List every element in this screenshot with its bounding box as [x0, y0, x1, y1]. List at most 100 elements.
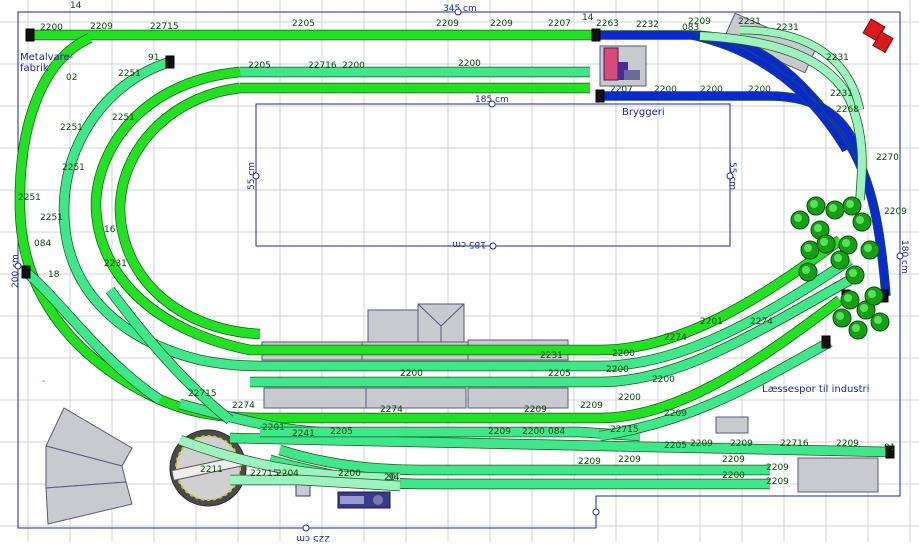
track-number-label: 2200	[342, 61, 365, 71]
track-number-label: 2209	[836, 439, 859, 449]
track-number-label: 2251	[118, 69, 141, 79]
tree-highlight	[864, 244, 872, 252]
tree-icon	[840, 290, 860, 310]
track-number-label: 2209	[664, 409, 687, 419]
track-number-label: 2200	[606, 365, 629, 375]
track-number-label: 2274	[750, 317, 773, 327]
tree-highlight	[849, 269, 857, 277]
track-number-label: 084	[548, 427, 565, 437]
track-number-label: 2274	[232, 401, 255, 411]
label-metalvarefabrik-1: Metalvare-	[20, 52, 74, 63]
track-number-label: 22716	[308, 61, 337, 71]
engine-shed	[45, 407, 133, 525]
track-number-label: 2205	[292, 19, 315, 29]
track-number-label: 2200	[612, 349, 635, 359]
track-number-label: 2200	[458, 59, 481, 69]
track-number-label: 2251	[18, 193, 41, 203]
left-height-dimension: 200 cm	[11, 254, 21, 288]
track-number-label: 2231	[776, 23, 799, 33]
tree-highlight	[842, 239, 850, 247]
track-number-label: 91	[148, 53, 159, 63]
track-number-label: 2263	[596, 19, 619, 29]
track-number-label: 2205	[664, 441, 687, 451]
tree-icon	[790, 210, 810, 230]
track-number-label: 2201	[262, 423, 285, 433]
track-number-label: 2201	[0, 0, 23, 3]
tree-icon	[860, 240, 880, 260]
tree-highlight	[856, 216, 864, 224]
tree-highlight	[874, 316, 882, 324]
tree-icon	[816, 234, 836, 254]
track-number-label: 2209	[490, 19, 513, 29]
track-number-label: 2200	[722, 471, 745, 481]
center-opening	[255, 103, 731, 247]
tree-highlight	[846, 200, 854, 208]
track-number-label: 084	[34, 239, 51, 249]
track-number-label: 2274	[380, 405, 403, 415]
track-number-label: 2209	[618, 455, 641, 465]
end-buffer	[21, 265, 31, 279]
track-number-label: 2211	[200, 465, 223, 475]
track-number-label: 2241	[292, 429, 315, 439]
track-number-label: 2200	[40, 23, 63, 33]
track-number-label: 2200	[700, 85, 723, 95]
end-buffer	[165, 55, 175, 69]
track-number-label: 2205	[330, 427, 353, 437]
track-number-label: 2270	[876, 153, 899, 163]
track-number-label: 2209	[766, 463, 789, 473]
tree-highlight	[814, 224, 822, 232]
track-number-label: 2251	[60, 123, 83, 133]
layout-canvas: 345 cm 185 cm 185 cm 55 cm 55 cm 200 cm …	[0, 0, 919, 543]
track-number-label: 91	[884, 443, 895, 453]
bottom-width-dimension: 225 cm	[296, 533, 330, 542]
tree-highlight	[844, 294, 852, 302]
track-number-label: 22715	[188, 389, 217, 399]
hole-bottom-dimension: 185 cm	[452, 239, 486, 249]
tree-icon	[832, 308, 852, 328]
red-mark: -	[42, 376, 46, 387]
tree-icon	[870, 312, 890, 332]
end-buffer	[595, 89, 605, 103]
track-number-label: 2200	[652, 375, 675, 385]
track-number-label: 2200	[748, 85, 771, 95]
track-number-label: 18	[48, 270, 60, 280]
tree-highlight	[860, 304, 868, 312]
track-number-label: 16	[104, 225, 116, 235]
track-number-label: 2200	[618, 393, 641, 403]
track-number-label: 2209	[580, 401, 603, 411]
track-number-label: 2209	[578, 457, 601, 467]
track-number-label: 2251	[62, 163, 85, 173]
tree-highlight	[794, 214, 802, 222]
track-number-label: 2251	[40, 213, 63, 223]
end-buffer	[821, 335, 831, 349]
track-number-label: 2209	[690, 439, 713, 449]
tree-highlight	[804, 244, 812, 252]
tree-icon	[806, 196, 826, 216]
track-number-label: 2209	[766, 477, 789, 487]
track-number-label: 2200	[654, 85, 677, 95]
tree-highlight	[868, 290, 876, 298]
track-number-label: 2200	[522, 427, 545, 437]
tree-highlight	[802, 266, 810, 274]
track-number-label: 2205	[248, 61, 271, 71]
track-plan-drawing: 345 cm 185 cm 185 cm 55 cm 55 cm 200 cm …	[0, 0, 919, 543]
track-number-label: 2204	[276, 469, 299, 479]
end-buffer	[591, 28, 601, 42]
tree-icon	[848, 320, 868, 340]
tree-icon	[825, 200, 845, 220]
track-segment	[260, 427, 641, 441]
track-segment	[91, 67, 843, 355]
track-number-label: 2207	[610, 85, 633, 95]
track-number-label: 22715	[610, 425, 639, 435]
tree-highlight	[810, 200, 818, 208]
tree-icon	[830, 250, 850, 270]
tree-icon	[798, 262, 818, 282]
track-number-label: 2232	[636, 20, 659, 30]
track-number-label: 2209	[884, 207, 907, 217]
tree-icon	[842, 196, 862, 216]
track-number-label: 2209	[730, 439, 753, 449]
track-number-label: 22716	[780, 439, 809, 449]
track-number-label: 22715	[150, 22, 179, 32]
tree-highlight	[829, 204, 837, 212]
track-number-label: 02	[66, 73, 77, 83]
